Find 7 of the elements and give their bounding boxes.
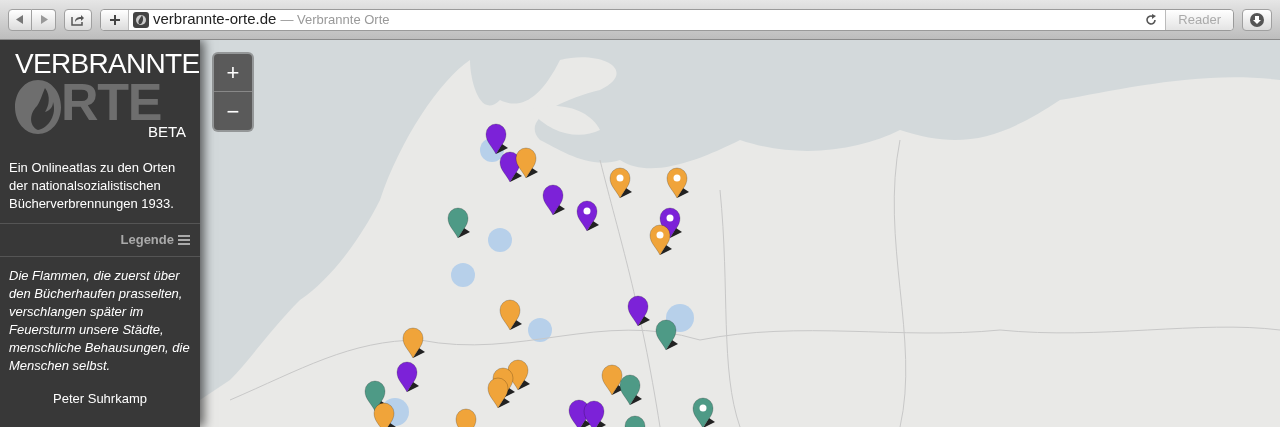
intro-text: Ein Onlineatlas zu den Orten der nationalsozialistischen Bücherverbrennungen 1933.: [8, 159, 177, 213]
quote-text: Die Flammen, die zuerst über den Bücherhaufen prasselten, verschlangen später im Feuersturm unsere Städte, menschliche Behausungen, die Menschen selbst.: [8, 267, 191, 375]
url-text: verbrannte-orte.de: [153, 9, 277, 30]
logo-title: VERBRANNTE: [15, 50, 200, 78]
quote-author: Peter Suhrkamp: [52, 390, 148, 408]
page-title: — Verbrannte Orte: [280, 10, 390, 29]
beta-label: BETA: [148, 124, 187, 139]
